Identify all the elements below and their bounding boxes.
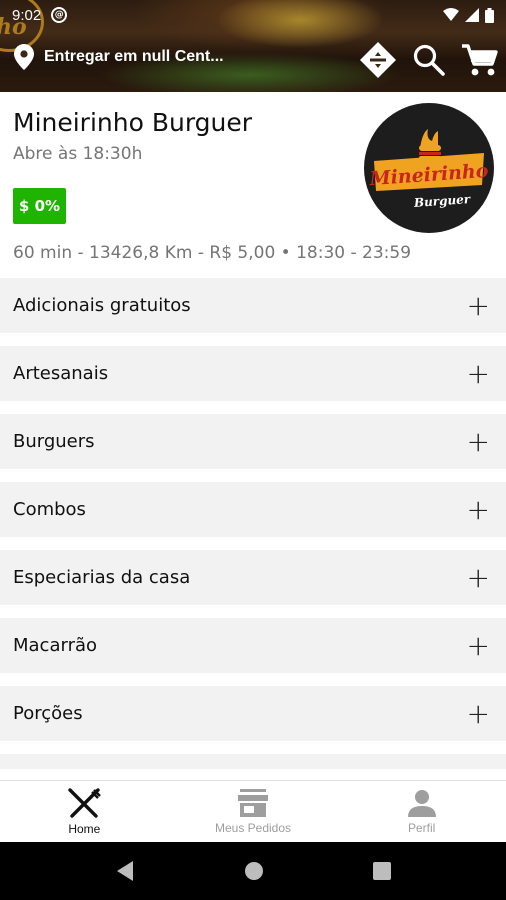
category-row[interactable]: Porções + <box>0 686 506 741</box>
header-actions <box>358 40 498 80</box>
expand-plus-icon[interactable]: + <box>467 495 490 524</box>
battery-icon <box>485 7 494 23</box>
nav-home[interactable]: Home <box>0 781 169 842</box>
store-logo: Mineirinho Burguer <box>364 103 494 233</box>
status-time: 9:02 <box>12 6 42 24</box>
expand-plus-icon[interactable]: + <box>467 427 490 456</box>
signal-icon <box>465 8 479 22</box>
category-label: Burguers <box>13 431 95 452</box>
store-icon <box>238 788 268 817</box>
expand-plus-icon[interactable]: + <box>467 359 490 388</box>
category-row[interactable]: Especiarias da casa + <box>0 550 506 605</box>
category-label: Combos <box>13 499 86 520</box>
category-label: Adicionais gratuitos <box>13 295 191 316</box>
store-logo-graphic: Mineirinho Burguer <box>366 105 492 231</box>
status-bar: 9:02 @ <box>0 0 506 30</box>
wifi-icon <box>443 8 459 21</box>
expand-plus-icon[interactable]: + <box>467 699 490 728</box>
category-row[interactable]: Adicionais gratuitos + <box>0 278 506 333</box>
nav-profile[interactable]: Perfil <box>337 781 506 842</box>
compass-icon[interactable] <box>358 40 398 80</box>
location-pin-icon <box>14 44 34 70</box>
nav-profile-label: Perfil <box>408 820 436 835</box>
category-row[interactable]: Combos + <box>0 482 506 537</box>
bottom-navigation: Home Meus Pedidos Perfil <box>0 780 506 842</box>
category-label: Artesanais <box>13 363 109 384</box>
system-navigation-bar <box>0 842 506 900</box>
category-row[interactable]: Macarrão + <box>0 618 506 673</box>
store-delivery-info: 60 min - 13426,8 Km - R$ 5,00 • 18:30 - … <box>13 243 412 263</box>
person-icon <box>407 789 436 817</box>
store-name: Mineirinho Burguer <box>13 108 253 137</box>
fork-knife-icon <box>68 787 102 818</box>
header-banner: ho 9:02 @ Entregar em null Cent... <box>0 0 506 92</box>
expand-plus-icon[interactable]: + <box>467 563 490 592</box>
category-row[interactable]: Artesanais + <box>0 346 506 401</box>
expand-plus-icon[interactable]: + <box>467 631 490 660</box>
category-row-partial[interactable] <box>0 754 506 769</box>
nav-orders[interactable]: Meus Pedidos <box>169 781 338 842</box>
menu-categories: Adicionais gratuitos + Artesanais + Burg… <box>0 278 506 769</box>
recents-icon[interactable] <box>373 862 392 880</box>
category-label: Especiarias da casa <box>13 567 191 588</box>
expand-plus-icon[interactable]: + <box>467 291 490 320</box>
notification-icon: @ <box>51 7 68 23</box>
category-row[interactable]: Burguers + <box>0 414 506 469</box>
nav-orders-label: Meus Pedidos <box>214 820 292 835</box>
search-icon[interactable] <box>412 43 446 77</box>
home-circle-icon[interactable] <box>244 861 264 881</box>
cart-icon[interactable] <box>460 42 498 78</box>
category-label: Porções <box>13 703 83 724</box>
category-label: Macarrão <box>13 635 98 656</box>
address-text: Entregar em null Cent... <box>44 48 224 65</box>
delivery-address[interactable]: Entregar em null Cent... <box>14 44 224 70</box>
nav-home-label: Home <box>68 821 101 836</box>
back-icon[interactable] <box>115 860 135 882</box>
store-opening-time: Abre às 18:30h <box>13 144 143 164</box>
discount-badge: $ 0% <box>13 188 66 224</box>
